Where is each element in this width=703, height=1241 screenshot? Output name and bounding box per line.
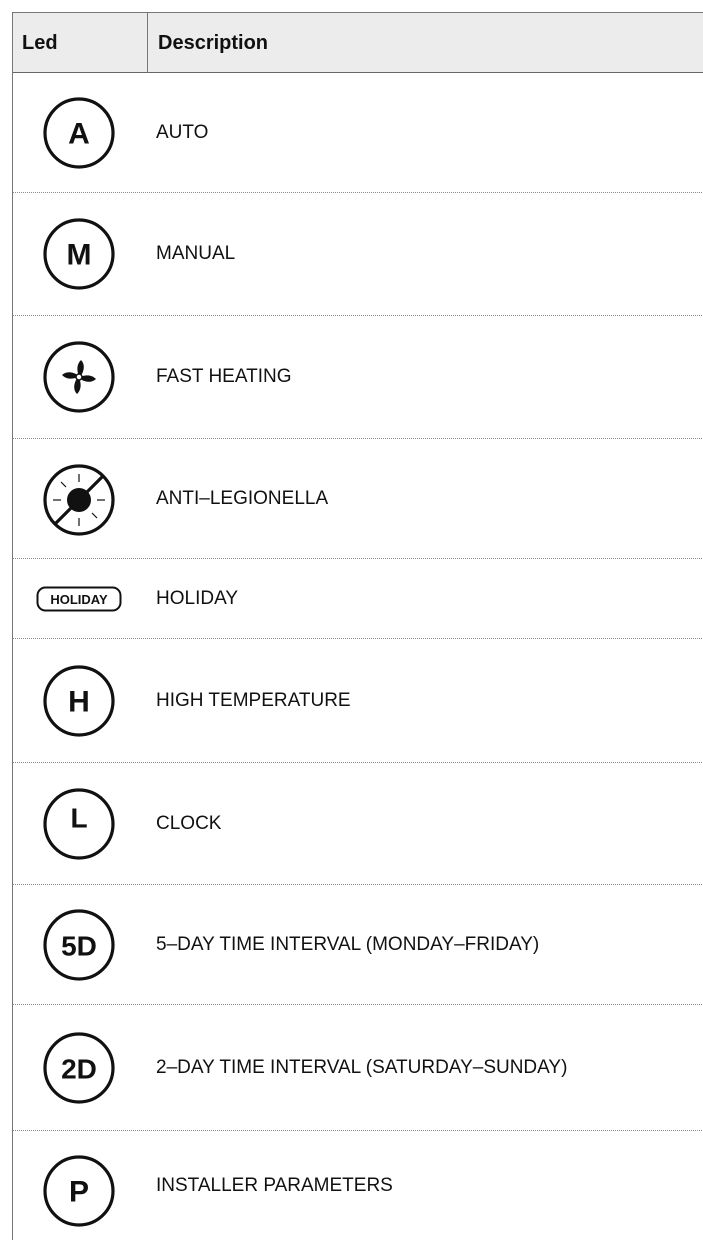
table-row: A AUTO: [13, 73, 703, 193]
table-row: H HIGH TEMPERATURE: [13, 639, 703, 763]
table-row: M MANUAL: [13, 193, 703, 316]
svg-text:H: H: [68, 686, 90, 719]
svg-text:2D: 2D: [61, 1054, 97, 1085]
letter-a-circle-icon: A: [43, 97, 115, 169]
letter-l-circle-icon: L: [43, 788, 115, 860]
row-description: AUTO: [156, 121, 209, 143]
table-row: P INSTALLER PARAMETERS: [13, 1131, 703, 1241]
svg-text:L: L: [70, 803, 87, 834]
svg-text:HOLIDAY: HOLIDAY: [50, 592, 108, 607]
5d-circle-icon: 5D: [43, 909, 115, 981]
2d-circle-icon: 2D: [43, 1032, 115, 1104]
table-row: L CLOCK: [13, 763, 703, 885]
svg-text:A: A: [68, 118, 90, 151]
table-header: Led Description: [13, 13, 703, 73]
row-description: INSTALLER PARAMETERS: [156, 1175, 393, 1196]
row-description: HOLIDAY: [156, 587, 239, 609]
row-description: 2–DAY TIME INTERVAL (SATURDAY–SUNDAY): [156, 1056, 568, 1078]
svg-text:M: M: [67, 239, 92, 272]
svg-text:5D: 5D: [61, 931, 97, 962]
table-row: 2D 2–DAY TIME INTERVAL (SATURDAY–SUNDAY): [13, 1005, 703, 1131]
row-description: 5–DAY TIME INTERVAL (MONDAY–FRIDAY): [156, 933, 540, 955]
header-description: Description: [158, 32, 269, 54]
row-description: CLOCK: [156, 812, 222, 834]
table-row: HOLIDAY HOLIDAY: [13, 559, 703, 639]
header-led: Led: [22, 32, 58, 54]
sun-crossed-circle-icon: [43, 464, 115, 536]
row-description: MANUAL: [156, 243, 236, 264]
row-description: HIGH TEMPERATURE: [156, 689, 351, 711]
fan-circle-icon: [43, 341, 115, 413]
table-row: 5D 5–DAY TIME INTERVAL (MONDAY–FRIDAY): [13, 885, 703, 1005]
led-description-table: Led Description A AUTO M MANUAL FAST HEA…: [12, 12, 703, 1240]
header-divider: [147, 13, 148, 73]
letter-m-circle-icon: M: [43, 218, 115, 290]
table-row: FAST HEATING: [13, 316, 703, 439]
letter-h-circle-icon: H: [43, 665, 115, 737]
row-description: ANTI–LEGIONELLA: [156, 487, 329, 509]
svg-text:P: P: [69, 1176, 89, 1209]
table-row: ANTI–LEGIONELLA: [13, 439, 703, 559]
letter-p-circle-icon: P: [43, 1155, 115, 1227]
row-description: FAST HEATING: [156, 366, 292, 387]
holiday-badge-icon: HOLIDAY: [36, 586, 122, 612]
